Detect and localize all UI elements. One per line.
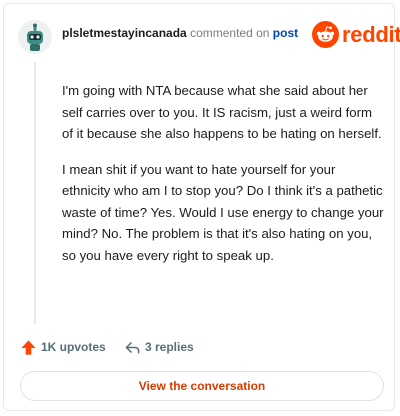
post-link[interactable]: post <box>273 26 298 40</box>
comment-paragraph: I mean shit if you want to hate yourself… <box>62 161 384 263</box>
reply-arrow-icon <box>125 341 140 353</box>
thread-line <box>34 62 36 324</box>
comment-header: plsletmestayincanada commented on post <box>62 25 298 41</box>
reddit-wordmark: reddit <box>342 22 400 47</box>
user-avatar-icon[interactable] <box>18 20 52 54</box>
username-link[interactable]: plsletmestayincanada <box>62 26 187 40</box>
replies-count: 3 replies <box>145 340 194 354</box>
comment-body: I'm going with NTA because what she said… <box>62 80 384 280</box>
comment-paragraph: I'm going with NTA because what she said… <box>62 83 382 141</box>
action-text: commented on <box>186 26 273 40</box>
comment-embed-card: plsletmestayincanada commented on post r… <box>3 3 400 411</box>
upvote-arrow-icon <box>21 339 36 355</box>
replies-stat[interactable]: 3 replies <box>124 337 194 357</box>
view-conversation-button[interactable]: View the conversation <box>20 371 384 401</box>
reddit-snoo-icon <box>312 21 339 48</box>
upvotes-stat[interactable]: 1K upvotes <box>20 337 106 357</box>
reddit-logo[interactable]: reddit <box>312 21 400 49</box>
upvotes-count: 1K upvotes <box>41 340 106 354</box>
